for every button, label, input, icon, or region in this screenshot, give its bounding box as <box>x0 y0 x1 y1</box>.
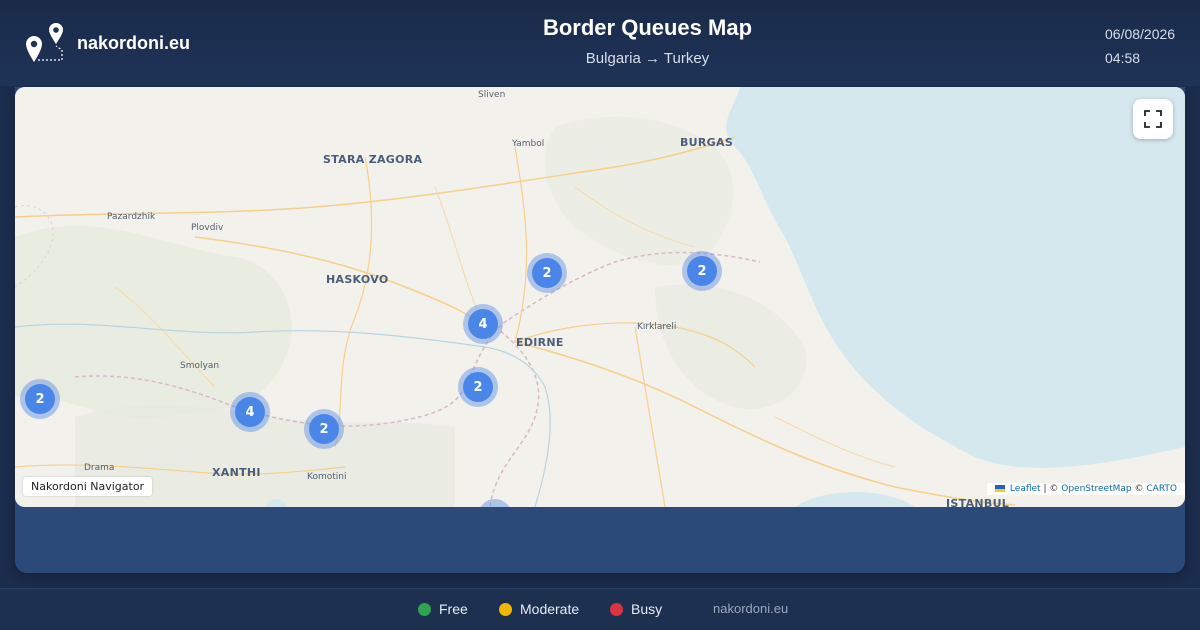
leaflet-link[interactable]: Leaflet <box>1010 484 1041 494</box>
ukraine-flag-icon <box>995 485 1006 492</box>
brand-name[interactable]: nakordoni.eu <box>77 33 190 54</box>
legend-label: Busy <box>631 601 663 617</box>
map-label-smolyan: Smolyan <box>180 361 220 371</box>
cluster-count: 4 <box>468 309 498 339</box>
map-label-pazardzhik: Pazardzhik <box>107 212 156 222</box>
map-container[interactable]: Sliven Yambol BURGAS STARA ZAGORA Pazard… <box>15 87 1185 507</box>
attribution-separator: | © <box>1043 484 1059 494</box>
header: nakordoni.eu Border Queues Map Bulgaria … <box>0 0 1200 86</box>
cluster-count: 2 <box>463 372 493 402</box>
time-text: 04:58 <box>1105 50 1141 66</box>
map-label-kirklareli: Kırklareli <box>637 322 677 332</box>
map-label-drama: Drama <box>84 463 115 473</box>
map-label-istanbul: ISTANBUL <box>946 497 1010 507</box>
date-text: 06/08/2026 <box>1105 26 1176 42</box>
cluster-marker[interactable]: 2 <box>304 409 344 449</box>
cluster-count: 2 <box>532 258 562 288</box>
cluster-marker[interactable]: 2 <box>20 379 60 419</box>
cluster-marker[interactable]: 4 <box>230 392 270 432</box>
cluster-marker[interactable]: 2 <box>458 367 498 407</box>
status-dot-icon <box>610 602 623 616</box>
datetime: 06/08/2026 04:58 <box>1105 22 1175 70</box>
legend-item-moderate: Moderate <box>499 601 579 617</box>
cluster-marker[interactable]: 2 <box>527 253 567 293</box>
page-title: Border Queues Map <box>542 15 753 40</box>
legend-item-busy: Busy <box>610 601 662 617</box>
cluster-count: 4 <box>235 397 265 427</box>
footer-site-link[interactable]: nakordoni.eu <box>713 601 788 616</box>
map-label-plovdiv: Plovdiv <box>191 223 224 233</box>
route-subtitle: Bulgaria → Turkey <box>585 50 710 67</box>
navigator-tag: Nakordoni Navigator <box>23 477 153 496</box>
cluster-count: 2 <box>309 414 339 444</box>
cluster-count: 2 <box>25 384 55 414</box>
fullscreen-icon <box>1144 110 1162 128</box>
fullscreen-button[interactable] <box>1133 99 1173 139</box>
carto-link[interactable]: CARTO <box>1146 484 1177 494</box>
osm-link[interactable]: OpenStreetMap <box>1061 484 1131 494</box>
map-basemap <box>15 87 1185 507</box>
cluster-marker[interactable]: 4 <box>463 304 503 344</box>
map-label-haskovo: HASKOVO <box>326 273 389 286</box>
legend-label: Free <box>439 601 468 617</box>
map-label-sliven: Sliven <box>478 90 506 100</box>
map-label-yambol: Yambol <box>512 139 545 149</box>
legend-label: Moderate <box>520 601 580 617</box>
map-label-burgas: BURGAS <box>680 136 734 149</box>
cluster-marker[interactable]: 2 <box>682 251 722 291</box>
map-attribution: Leaflet | © OpenStreetMap © CARTO <box>987 483 1185 495</box>
footer: Free Moderate Busy nakordoni.eu <box>0 588 1200 630</box>
map-label-edirne: EDIRNE <box>516 336 564 349</box>
map-label-komotini: Komotini <box>307 472 347 482</box>
map-label-stara-zagora: STARA ZAGORA <box>323 153 423 166</box>
attribution-separator: © <box>1134 484 1144 494</box>
title-block: Border Queues Map Bulgaria → Turkey <box>400 15 895 67</box>
map-pins-route-icon <box>26 23 63 62</box>
map-label-xanthi: XANTHI <box>212 466 261 479</box>
status-dot-icon <box>499 602 512 616</box>
status-dot-icon <box>418 602 431 616</box>
cluster-count: 2 <box>687 256 717 286</box>
legend-item-free: Free <box>418 601 468 617</box>
